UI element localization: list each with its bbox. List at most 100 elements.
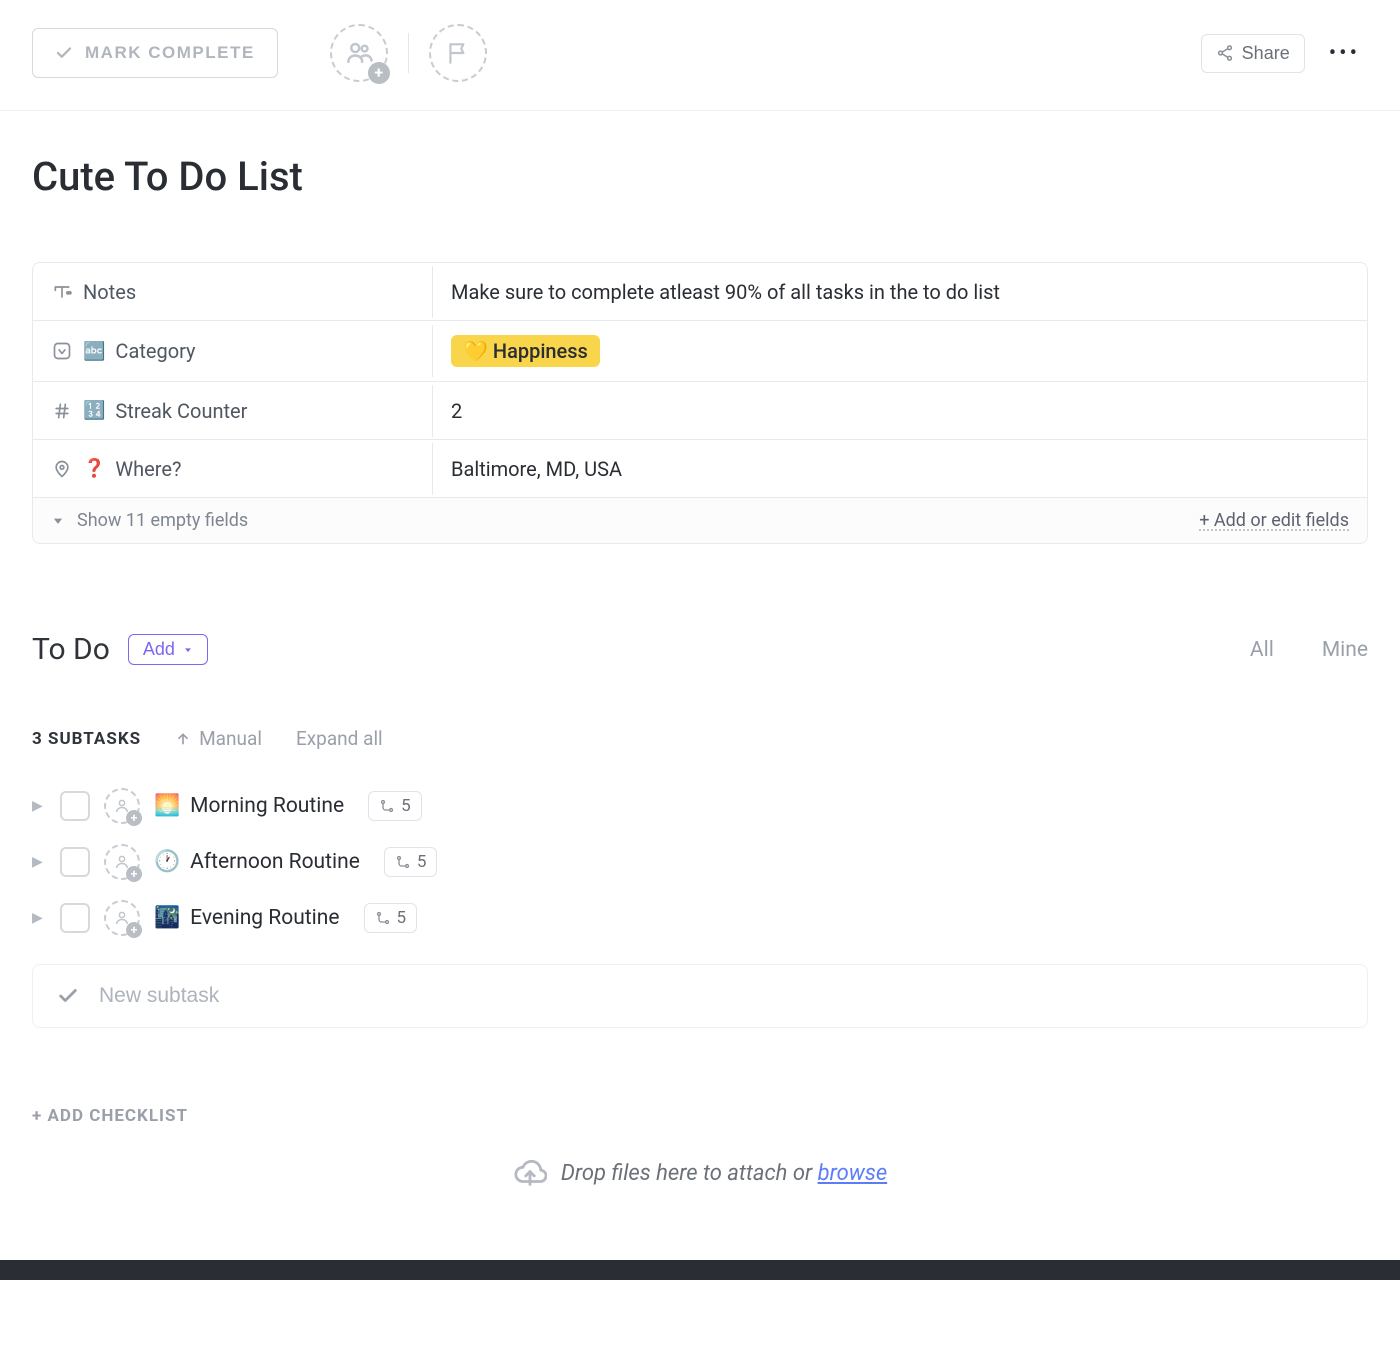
expand-all-button[interactable]: Expand all [296, 727, 383, 750]
subtask-controls: 3 SUBTASKS Manual Expand all [32, 727, 1368, 750]
custom-fields-table: Notes Make sure to complete atleast 90% … [32, 262, 1368, 544]
subtask-tree-icon [379, 798, 395, 814]
field-label: ❓ Where? [33, 443, 433, 495]
bottom-bar [0, 1260, 1400, 1280]
task-list: ▶ + 🌅 Morning Routine 5 ▶ [32, 778, 1368, 946]
check-icon [55, 44, 73, 62]
show-empty-fields[interactable]: Show 11 empty fields [77, 510, 248, 531]
page-title[interactable]: Cute To Do List [32, 153, 1368, 200]
task-row: ▶ + 🌅 Morning Routine 5 [32, 778, 1368, 834]
more-horizontal-icon: ••• [1329, 41, 1360, 66]
file-dropzone[interactable]: Drop files here to attach or browse [32, 1156, 1368, 1190]
caret-right-icon[interactable]: ▶ [32, 798, 46, 814]
subtask-count: 3 SUBTASKS [32, 729, 141, 749]
plus-icon: + [126, 922, 142, 938]
field-name: Category [115, 339, 195, 363]
toolbar: MARK COMPLETE + Share ••• [0, 0, 1400, 111]
number-icon [51, 400, 73, 422]
more-menu-button[interactable]: ••• [1321, 35, 1368, 72]
browse-link[interactable]: browse [818, 1161, 888, 1186]
add-edit-fields[interactable]: + Add or edit fields [1199, 510, 1349, 531]
field-value-notes[interactable]: Make sure to complete atleast 90% of all… [433, 266, 1367, 318]
share-label: Share [1242, 43, 1290, 64]
new-subtask-input[interactable] [97, 983, 1343, 1009]
sort-button[interactable]: Manual [175, 727, 262, 750]
assign-user-button[interactable]: + [104, 900, 140, 936]
section-title: To Do [32, 632, 110, 667]
task-checkbox[interactable] [60, 791, 90, 821]
fields-footer: Show 11 empty fields + Add or edit field… [33, 498, 1367, 543]
field-row-streak: 🔢 Streak Counter 2 [33, 382, 1367, 440]
toolbar-divider [408, 33, 409, 73]
new-subtask-row[interactable] [32, 964, 1368, 1028]
field-value-category[interactable]: 💛 Happiness [433, 321, 1367, 381]
set-priority-button[interactable] [429, 24, 487, 82]
task-row: ▶ + 🌃 Evening Routine 5 [32, 890, 1368, 946]
task-emoji: 🌅 [154, 794, 180, 818]
filter-mine[interactable]: Mine [1322, 638, 1368, 662]
subtask-tree-icon [395, 854, 411, 870]
plus-icon: + [126, 866, 142, 882]
caret-right-icon[interactable]: ▶ [32, 854, 46, 870]
subtask-count-value: 5 [417, 852, 427, 872]
subtask-count-badge[interactable]: 5 [364, 903, 418, 933]
subtask-tree-icon [375, 910, 391, 926]
field-name: Streak Counter [115, 399, 247, 423]
field-label: 🔢 Streak Counter [33, 385, 433, 437]
task-name: Afternoon Routine [190, 850, 360, 874]
dropdown-icon [51, 340, 73, 362]
task-emoji: 🌃 [154, 906, 180, 930]
location-pin-icon [51, 458, 73, 480]
field-row-where: ❓ Where? Baltimore, MD, USA [33, 440, 1367, 498]
people-icon [344, 38, 374, 68]
filter-all[interactable]: All [1250, 638, 1274, 662]
subtask-count-badge[interactable]: 5 [384, 847, 438, 877]
field-label: Notes [33, 266, 433, 318]
chevron-down-icon [51, 514, 65, 528]
field-emoji: ❓ [83, 458, 105, 479]
field-name: Notes [83, 280, 136, 304]
task-title[interactable]: 🌅 Morning Routine [154, 794, 344, 818]
arrow-up-icon [175, 731, 191, 747]
field-emoji: 🔤 [83, 341, 105, 362]
plus-icon: + [126, 810, 142, 826]
task-emoji: 🕐 [154, 850, 180, 874]
subtask-count-value: 5 [401, 796, 411, 816]
dropzone-text: Drop files here to attach or [561, 1161, 818, 1186]
task-row: ▶ + 🕐 Afternoon Routine 5 [32, 834, 1368, 890]
task-checkbox[interactable] [60, 903, 90, 933]
task-name: Evening Routine [190, 906, 339, 930]
field-value-where[interactable]: Baltimore, MD, USA [433, 443, 1367, 495]
cloud-upload-icon [513, 1156, 547, 1190]
subtask-count-value: 5 [397, 908, 407, 928]
plus-icon: + [368, 62, 390, 84]
subtask-count-badge[interactable]: 5 [368, 791, 422, 821]
field-value-streak[interactable]: 2 [433, 385, 1367, 437]
mark-complete-button[interactable]: MARK COMPLETE [32, 28, 278, 78]
share-icon [1216, 44, 1234, 62]
task-checkbox[interactable] [60, 847, 90, 877]
mark-complete-label: MARK COMPLETE [85, 43, 255, 63]
flag-icon [445, 40, 471, 66]
share-button[interactable]: Share [1201, 34, 1305, 73]
field-label: 🔤 Category [33, 325, 433, 377]
task-title[interactable]: 🌃 Evening Routine [154, 906, 340, 930]
sort-label: Manual [199, 727, 262, 750]
add-checklist-button[interactable]: + ADD CHECKLIST [32, 1106, 1368, 1126]
assign-user-button[interactable]: + [104, 844, 140, 880]
field-name: Where? [115, 457, 181, 481]
add-assignee-button[interactable]: + [330, 24, 388, 82]
chevron-down-icon [183, 645, 193, 655]
assign-user-button[interactable]: + [104, 788, 140, 824]
task-name: Morning Routine [190, 794, 344, 818]
field-emoji: 🔢 [83, 400, 105, 421]
field-row-category: 🔤 Category 💛 Happiness [33, 321, 1367, 382]
add-task-button[interactable]: Add [128, 634, 208, 665]
category-tag[interactable]: 💛 Happiness [451, 335, 600, 367]
field-row-notes: Notes Make sure to complete atleast 90% … [33, 263, 1367, 321]
caret-right-icon[interactable]: ▶ [32, 910, 46, 926]
add-label: Add [143, 639, 175, 660]
check-icon [57, 985, 79, 1007]
task-title[interactable]: 🕐 Afternoon Routine [154, 850, 360, 874]
todo-section-header: To Do Add All Mine [32, 632, 1368, 667]
